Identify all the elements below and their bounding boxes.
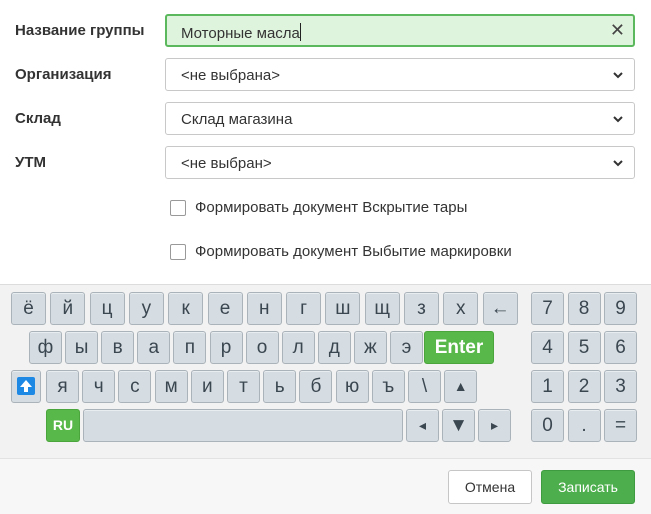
- write-off-checkbox[interactable]: [170, 244, 186, 260]
- key-я[interactable]: я: [46, 370, 79, 403]
- key-ю[interactable]: ю: [335, 370, 369, 403]
- key-р[interactable]: р: [209, 331, 243, 364]
- save-button[interactable]: Записать: [541, 470, 635, 504]
- key-0[interactable]: 0: [531, 409, 564, 442]
- utm-row: УТМ <не выбран>: [0, 146, 651, 180]
- key-и[interactable]: и: [190, 370, 224, 403]
- key-ф[interactable]: ф: [29, 331, 62, 364]
- open-container-checkbox[interactable]: [170, 200, 186, 216]
- organization-label: Организация: [15, 66, 112, 83]
- key-6[interactable]: 6: [604, 331, 637, 364]
- key-ц[interactable]: ц: [89, 292, 125, 325]
- arrow-up-key[interactable]: ▲: [444, 370, 478, 403]
- key-д[interactable]: д: [317, 331, 351, 364]
- shift-key[interactable]: [11, 370, 41, 403]
- warehouse-value: Склад магазина: [181, 111, 293, 128]
- clear-icon[interactable]: ✕: [610, 19, 625, 41]
- utm-value: <не выбран>: [181, 155, 272, 172]
- cancel-button[interactable]: Отмена: [448, 470, 532, 504]
- group-name-value: Моторные масла: [181, 25, 300, 42]
- key-5[interactable]: 5: [567, 331, 601, 364]
- space-key[interactable]: [83, 409, 403, 442]
- enter-key[interactable]: Enter: [424, 331, 494, 364]
- warehouse-label: Склад: [15, 110, 61, 127]
- arrow-left-key[interactable]: ◂: [406, 409, 439, 442]
- key-у[interactable]: у: [128, 292, 164, 325]
- arrow-down-key[interactable]: ▼: [442, 409, 475, 442]
- key-м[interactable]: м: [154, 370, 188, 403]
- key-з[interactable]: з: [404, 292, 439, 325]
- key-ш[interactable]: ш: [325, 292, 361, 325]
- key-ч[interactable]: ч: [82, 370, 116, 403]
- key-ь[interactable]: ь: [263, 370, 297, 403]
- key-б[interactable]: б: [299, 370, 333, 403]
- key-к[interactable]: к: [168, 292, 204, 325]
- key-х[interactable]: х: [443, 292, 479, 325]
- on-screen-keyboard: ё й ц у к е н г ш щ з х ← ф ы в а п р о л д ж э Enter я ч с м и т ь б ю ъ \…: [0, 284, 651, 458]
- key-о[interactable]: о: [245, 331, 279, 364]
- key-1[interactable]: 1: [531, 370, 564, 403]
- utm-select[interactable]: <не выбран>: [165, 146, 635, 179]
- key-4[interactable]: 4: [531, 331, 564, 364]
- key-е[interactable]: е: [207, 292, 243, 325]
- key-9[interactable]: 9: [604, 292, 637, 325]
- organization-value: <не выбрана>: [181, 67, 280, 84]
- key-3[interactable]: 3: [604, 370, 637, 403]
- key-ъ[interactable]: ъ: [371, 370, 405, 403]
- write-off-checkbox-label[interactable]: Формировать документ Выбытие маркировки: [195, 243, 512, 260]
- organization-select[interactable]: <не выбрана>: [165, 58, 635, 91]
- key-г[interactable]: г: [286, 292, 322, 325]
- text-caret: [299, 23, 301, 41]
- open-container-checkbox-label[interactable]: Формировать документ Вскрытие тары: [195, 199, 467, 216]
- key-с[interactable]: с: [118, 370, 152, 403]
- chevron-down-icon: [613, 116, 623, 123]
- utm-label: УТМ: [15, 154, 46, 171]
- key-7[interactable]: 7: [531, 292, 564, 325]
- key-л[interactable]: л: [281, 331, 315, 364]
- key-equals[interactable]: =: [604, 409, 637, 442]
- group-form: Название группы Моторные масла ✕ Организ…: [0, 0, 651, 284]
- key-ё[interactable]: ё: [11, 292, 46, 325]
- key-э[interactable]: э: [390, 331, 423, 364]
- key-2[interactable]: 2: [567, 370, 601, 403]
- key-dot[interactable]: .: [567, 409, 601, 442]
- arrow-right-key[interactable]: ▸: [478, 409, 511, 442]
- group-name-input[interactable]: Моторные масла ✕: [165, 14, 635, 47]
- warehouse-select[interactable]: Склад магазина: [165, 102, 635, 135]
- key-т[interactable]: т: [227, 370, 260, 403]
- chevron-down-icon: [613, 72, 623, 79]
- key-в[interactable]: в: [101, 331, 135, 364]
- backspace-key[interactable]: ←: [482, 292, 518, 325]
- key-н[interactable]: н: [246, 292, 282, 325]
- warehouse-row: Склад Склад магазина: [0, 102, 651, 136]
- key-й[interactable]: й: [50, 292, 86, 325]
- key-а[interactable]: а: [137, 331, 171, 364]
- shift-arrow-icon: [17, 377, 35, 395]
- organization-row: Организация <не выбрана>: [0, 58, 651, 92]
- key-backslash[interactable]: \: [408, 370, 441, 403]
- key-ж[interactable]: ж: [353, 331, 387, 364]
- chevron-down-icon: [613, 160, 623, 167]
- dialog-footer: Отмена Записать: [0, 458, 651, 514]
- group-name-label: Название группы: [15, 22, 145, 39]
- key-щ[interactable]: щ: [364, 292, 400, 325]
- language-key[interactable]: RU: [46, 409, 80, 442]
- key-п[interactable]: п: [173, 331, 207, 364]
- key-8[interactable]: 8: [567, 292, 601, 325]
- group-name-row: Название группы Моторные масла ✕: [0, 14, 651, 48]
- key-ы[interactable]: ы: [65, 331, 99, 364]
